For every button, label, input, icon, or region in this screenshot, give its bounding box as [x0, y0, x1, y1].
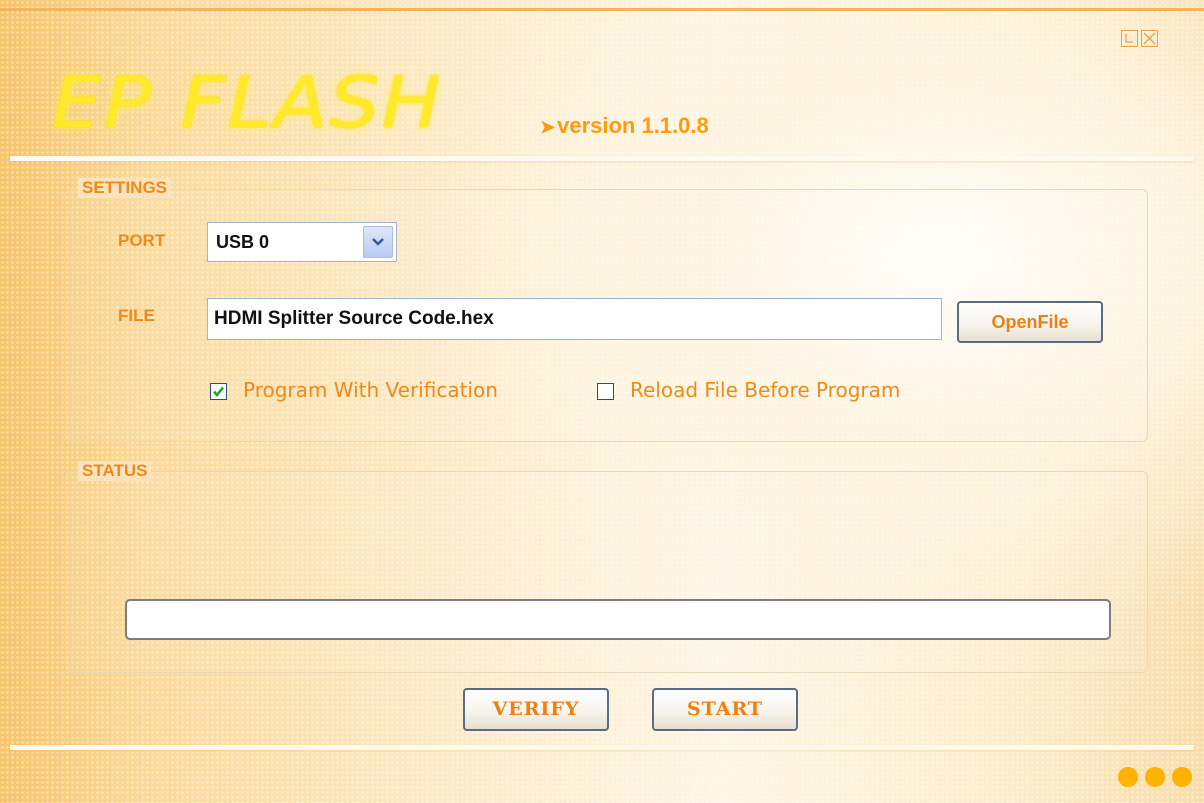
verify-checkbox[interactable]	[210, 383, 227, 400]
reload-checkbox[interactable]	[597, 383, 614, 400]
version-text: version 1.1.0.8	[557, 113, 709, 138]
status-legend: STATUS	[78, 461, 152, 481]
port-select-value: USB 0	[216, 232, 270, 252]
top-border	[0, 8, 1204, 11]
dropdown-button[interactable]	[363, 226, 393, 258]
minimize-button[interactable]	[1121, 30, 1138, 47]
reload-checkbox-label[interactable]: Reload File Before Program	[630, 378, 900, 402]
decor-dot	[1145, 767, 1165, 787]
chevron-down-icon	[372, 238, 384, 246]
decor-dot	[1118, 767, 1138, 787]
progress-bar	[125, 599, 1111, 640]
start-button[interactable]: START	[652, 688, 798, 731]
openfile-button[interactable]: OpenFile	[957, 301, 1103, 343]
status-group	[65, 471, 1148, 673]
settings-legend: SETTINGS	[78, 178, 172, 198]
file-path-field[interactable]: HDMI Splitter Source Code.hex	[207, 298, 942, 340]
checkmark-icon	[213, 386, 224, 397]
header-divider	[10, 156, 1194, 161]
arrow-icon: ➤	[540, 117, 556, 137]
minimize-icon	[1125, 34, 1133, 43]
file-label: FILE	[118, 306, 155, 325]
port-label: PORT	[118, 231, 166, 250]
verify-checkbox-label[interactable]: Program With Verification	[243, 378, 498, 402]
decor-dot	[1172, 767, 1192, 787]
footer-divider	[10, 745, 1194, 750]
version-label: ➤version 1.1.0.8	[540, 113, 709, 139]
app-logo: EP FLASH	[52, 62, 443, 144]
close-button[interactable]	[1141, 30, 1158, 47]
close-icon	[1143, 32, 1156, 45]
port-select[interactable]: USB 0	[207, 222, 397, 262]
verify-button[interactable]: VERIFY	[463, 688, 609, 731]
